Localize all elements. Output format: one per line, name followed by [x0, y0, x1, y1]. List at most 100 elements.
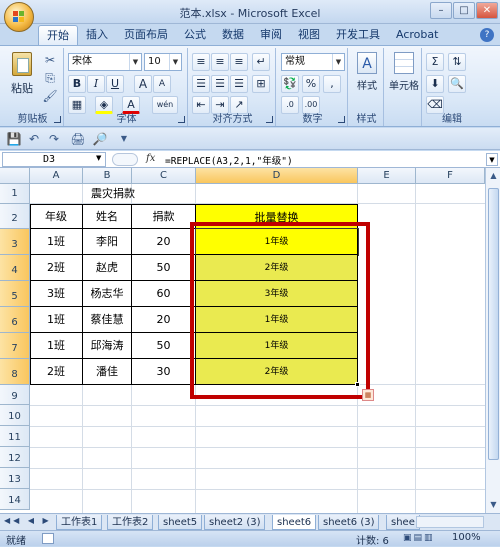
grade-cell[interactable]: 2班: [30, 359, 83, 385]
result-cell[interactable]: 3年级: [196, 281, 358, 307]
tab-home[interactable]: 开始: [38, 25, 78, 45]
tab-acrobat[interactable]: Acrobat: [388, 25, 446, 45]
row-header-11[interactable]: 11: [0, 426, 30, 447]
result-cell[interactable]: 1年级: [196, 333, 358, 359]
align-bottom-button[interactable]: ≡: [230, 53, 248, 71]
column-header-a[interactable]: A: [30, 168, 83, 184]
chevron-down-icon[interactable]: ▼: [96, 154, 101, 162]
tab-view[interactable]: 视图: [290, 25, 328, 45]
result-cell[interactable]: 2年级: [196, 359, 358, 385]
format-painter-icon[interactable]: 🖌: [42, 88, 58, 104]
wrap-text-button[interactable]: ↵: [252, 53, 270, 71]
expand-formula-icon[interactable]: ▼: [486, 153, 498, 166]
table-title[interactable]: 震灾捐款: [30, 184, 196, 204]
styles-button[interactable]: A 样式: [352, 52, 382, 92]
zoom-level[interactable]: 100%: [452, 532, 481, 543]
column-header-b[interactable]: B: [83, 168, 132, 184]
underline-button[interactable]: U: [106, 75, 124, 93]
tab-developer[interactable]: 开发工具: [328, 25, 388, 45]
column-header-c[interactable]: C: [132, 168, 196, 184]
merge-center-button[interactable]: ⊞: [252, 75, 270, 93]
font-name-combo[interactable]: 宋体 ▼: [68, 53, 142, 71]
tab-insert[interactable]: 插入: [78, 25, 116, 45]
donation-cell[interactable]: 50: [132, 255, 196, 281]
print-icon[interactable]: 🖨: [70, 131, 86, 147]
row-header-7[interactable]: 7: [0, 333, 30, 359]
row-header-4[interactable]: 4: [0, 255, 30, 281]
tab-data[interactable]: 数据: [214, 25, 252, 45]
maximize-button[interactable]: □: [453, 2, 475, 19]
grade-cell[interactable]: 1班: [30, 307, 83, 333]
fx-icon[interactable]: fx: [146, 153, 155, 164]
scroll-up-icon[interactable]: ▲: [487, 169, 500, 183]
scrollbar-thumb[interactable]: [488, 188, 499, 460]
grade-cell[interactable]: 1班: [30, 229, 83, 255]
font-size-combo[interactable]: 10 ▼: [144, 53, 182, 71]
row-header-8[interactable]: 8: [0, 359, 30, 385]
donation-cell[interactable]: 60: [132, 281, 196, 307]
find-select-button[interactable]: 🔍: [448, 75, 466, 93]
grow-font-button[interactable]: A: [134, 75, 152, 93]
help-icon[interactable]: ?: [480, 28, 494, 42]
autosum-button[interactable]: Σ: [426, 53, 444, 71]
font-launcher-icon[interactable]: [178, 116, 185, 123]
number-format-combo[interactable]: 常规 ▼: [281, 53, 345, 71]
select-all-corner[interactable]: [0, 168, 30, 184]
row-header-12[interactable]: 12: [0, 447, 30, 468]
donation-cell[interactable]: 50: [132, 333, 196, 359]
sheet-tab[interactable]: 工作表2: [107, 515, 154, 530]
result-cell[interactable]: 1年级: [195, 228, 359, 256]
align-left-button[interactable]: ☰: [192, 75, 210, 93]
auto-fill-options-icon[interactable]: ▦: [362, 389, 374, 401]
fill-handle[interactable]: [355, 382, 360, 387]
row-header-1[interactable]: 1: [0, 184, 30, 204]
name-cell[interactable]: 潘佳: [83, 359, 132, 385]
office-button[interactable]: [4, 2, 34, 32]
fill-button[interactable]: ⬇: [426, 75, 444, 93]
paste-button[interactable]: 粘贴: [8, 50, 36, 100]
header-grade[interactable]: 年级: [30, 204, 83, 229]
name-cell[interactable]: 蔡佳慧: [83, 307, 132, 333]
row-header-9[interactable]: 9: [0, 385, 30, 405]
preview-icon[interactable]: 🔎: [92, 131, 108, 147]
header-donation[interactable]: 捐款: [132, 204, 196, 229]
view-buttons[interactable]: ▣▤▥: [403, 533, 435, 543]
align-right-button[interactable]: ☰: [230, 75, 248, 93]
currency-button[interactable]: 💱: [281, 75, 299, 93]
sheet-tab[interactable]: sheet2 (3): [204, 515, 266, 530]
macro-record-icon[interactable]: [42, 533, 54, 544]
donation-cell[interactable]: 20: [132, 307, 196, 333]
percent-button[interactable]: %: [302, 75, 320, 93]
grade-cell[interactable]: 3班: [30, 281, 83, 307]
row-header-3[interactable]: 3: [0, 229, 30, 255]
save-icon[interactable]: 💾: [6, 131, 22, 147]
vertical-scrollbar[interactable]: ▲ ▼: [485, 168, 500, 513]
result-cell[interactable]: 2年级: [196, 255, 358, 281]
name-cell[interactable]: 邱海涛: [83, 333, 132, 359]
undo-icon[interactable]: ↶: [26, 131, 42, 147]
close-button[interactable]: ✕: [476, 2, 498, 19]
grade-cell[interactable]: 2班: [30, 255, 83, 281]
header-batch-replace[interactable]: 批量替换: [196, 204, 358, 229]
sheet-tab[interactable]: shee: [386, 515, 420, 530]
sheet-tab-active[interactable]: sheet6: [272, 515, 317, 530]
tab-review[interactable]: 审阅: [252, 25, 290, 45]
italic-button[interactable]: I: [87, 75, 105, 93]
result-cell[interactable]: 1年级: [196, 307, 358, 333]
scroll-down-icon[interactable]: ▼: [487, 498, 500, 512]
sheet-tab[interactable]: 工作表1: [56, 515, 103, 530]
sheet-tab[interactable]: sheet5: [158, 515, 203, 530]
name-cell[interactable]: 杨志华: [83, 281, 132, 307]
tab-page-layout[interactable]: 页面布局: [116, 25, 176, 45]
minimize-button[interactable]: –: [430, 2, 452, 19]
clipboard-launcher-icon[interactable]: [54, 116, 61, 123]
donation-cell[interactable]: 20: [132, 229, 196, 255]
row-header-13[interactable]: 13: [0, 468, 30, 489]
cut-icon[interactable]: ✂: [42, 52, 58, 68]
name-cell[interactable]: 赵虎: [83, 255, 132, 281]
grade-cell[interactable]: 1班: [30, 333, 83, 359]
alignment-launcher-icon[interactable]: [266, 116, 273, 123]
cells-button[interactable]: 单元格: [387, 52, 421, 92]
sort-filter-button[interactable]: ⇅: [448, 53, 466, 71]
row-header-14[interactable]: 14: [0, 489, 30, 510]
